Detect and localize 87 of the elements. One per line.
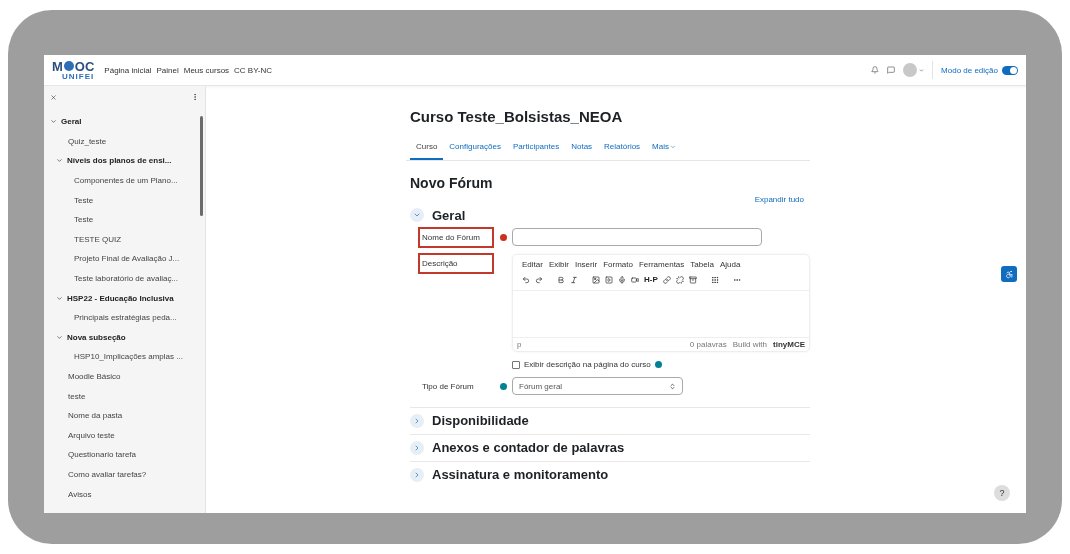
sidebar-item[interactable]: Principais estratégias peda...: [74, 313, 177, 323]
section-title: Assinatura e monitoramento: [432, 467, 609, 482]
accessibility-button[interactable]: [1001, 266, 1017, 282]
nav-tab[interactable]: Notas: [565, 140, 599, 160]
close-icon[interactable]: [50, 93, 57, 101]
checkbox[interactable]: [512, 360, 520, 369]
microphone-icon[interactable]: [618, 275, 626, 284]
logo[interactable]: M OC UNIFEI: [52, 59, 95, 81]
brand-text: tinyMCE: [773, 340, 805, 349]
chat-icon[interactable]: [887, 66, 896, 74]
redo-icon[interactable]: [535, 275, 543, 284]
field-label: Descrição: [418, 252, 494, 274]
field-label: Tipo de Fórum: [421, 380, 475, 393]
h5p-button[interactable]: H-P: [644, 275, 658, 284]
sidebar-item[interactable]: Teste laboratório de avaliaç...: [74, 274, 179, 284]
page-title: Novo Fórum: [410, 175, 494, 191]
sidebar-item[interactable]: Avisos: [68, 489, 92, 499]
nav-tab[interactable]: Mais: [646, 140, 682, 160]
video-icon[interactable]: [605, 275, 613, 284]
undo-icon[interactable]: [522, 275, 530, 284]
checkbox-label: Exibir descrição na página do curso: [524, 360, 651, 369]
section-title: Anexos e contador de palavras: [432, 440, 625, 455]
forum-type-select[interactable]: Fórum geral: [512, 377, 683, 395]
section-title: Disponibilidade: [432, 413, 529, 428]
chevron-down-icon[interactable]: [56, 157, 63, 165]
sidebar-item[interactable]: Arquivo teste: [68, 430, 115, 440]
camera-icon[interactable]: [631, 275, 639, 284]
sidebar-section[interactable]: HSP22 - Educação Inclusiva: [67, 293, 174, 303]
nav-link[interactable]: Meus cursos: [183, 65, 230, 75]
archive-icon[interactable]: [688, 275, 697, 284]
sidebar-item[interactable]: TESTE QUIZ: [74, 234, 122, 244]
credit-text: Build with: [732, 340, 767, 349]
chevron-down-icon[interactable]: [56, 333, 63, 341]
scrollbar[interactable]: [200, 116, 203, 216]
nav-link[interactable]: Painel: [156, 65, 179, 75]
nav-tab[interactable]: Configurações: [443, 140, 507, 160]
sidebar-item[interactable]: Teste: [74, 195, 94, 205]
bold-icon[interactable]: [557, 275, 565, 284]
editor-menu-item[interactable]: Ferramentas: [638, 260, 685, 269]
italic-icon[interactable]: [570, 275, 578, 284]
chevron-down-icon[interactable]: [50, 118, 57, 126]
sidebar-section[interactable]: Geral: [61, 117, 82, 127]
expand-all-link[interactable]: Expandir tudo: [410, 195, 804, 204]
link-icon[interactable]: [662, 275, 671, 284]
editor-menu-item[interactable]: Editar: [522, 260, 543, 269]
nav-link[interactable]: CC BY-NC: [234, 65, 273, 75]
sort-arrows-icon: [669, 382, 676, 390]
accessibility-icon: [1004, 269, 1014, 279]
word-count: 0 palavras: [689, 340, 727, 349]
editor-menu-item[interactable]: Exibir: [548, 260, 569, 269]
fullscreen-icon[interactable]: [710, 275, 719, 284]
sidebar-section[interactable]: Nova subseção: [67, 332, 126, 342]
section-title: Geral: [432, 207, 466, 223]
sidebar-item[interactable]: Questionario tarefa: [68, 450, 137, 460]
more-icon[interactable]: [191, 93, 199, 101]
name-input-field[interactable]: [512, 228, 762, 246]
sidebar-item[interactable]: Nome da pasta: [68, 411, 123, 421]
nav-link[interactable]: Página inicial: [104, 65, 152, 75]
sidebar-item[interactable]: Quiz_teste: [68, 136, 107, 146]
sidebar-section[interactable]: Níveis dos planos de ensi...: [67, 156, 172, 166]
nav-tab[interactable]: Curso: [410, 140, 444, 160]
sidebar-item[interactable]: HSP10_Implicações amplas ...: [74, 352, 183, 362]
editor-menu-item[interactable]: Ajuda: [719, 260, 741, 269]
edit-mode-label: Modo de edição: [941, 65, 998, 75]
unlink-icon[interactable]: [675, 275, 684, 284]
help-button[interactable]: ?: [994, 485, 1010, 501]
course-title: Curso Teste_Bolsistas_NEOA: [410, 108, 624, 125]
editor-menu-item[interactable]: Formato: [603, 260, 633, 269]
field-label: Nome do Fórum: [418, 226, 494, 248]
nav-tab[interactable]: Relatórios: [598, 140, 647, 160]
edit-mode-toggle[interactable]: [1002, 65, 1018, 75]
editor-menu-item[interactable]: Tabela: [690, 260, 714, 269]
path-text: p: [517, 340, 522, 349]
chevron-down-icon[interactable]: [56, 294, 63, 302]
nav-tab[interactable]: Participantes: [506, 140, 566, 160]
sidebar-item[interactable]: Como avaliar tarefas?: [68, 470, 147, 479]
sidebar-item[interactable]: Projeto Final de Avaliação J...: [74, 254, 180, 264]
help-icon[interactable]: [654, 361, 662, 368]
image-icon[interactable]: [592, 275, 600, 284]
sidebar-item[interactable]: Teste: [74, 215, 94, 225]
text-editor[interactable]: Editar Exibir Inserir Formato Ferramentas Tabela Ajuda H-P p 0 palavras Build with tinyMCE: [512, 254, 810, 352]
sidebar-item[interactable]: Moodle Básico: [68, 372, 121, 381]
sidebar-item[interactable]: Componentes de um Plano...: [74, 176, 178, 186]
editor-menu-item[interactable]: Inserir: [574, 260, 598, 269]
bell-icon[interactable]: [871, 66, 880, 74]
help-icon[interactable]: [500, 382, 507, 390]
sidebar-item[interactable]: teste: [68, 391, 86, 401]
